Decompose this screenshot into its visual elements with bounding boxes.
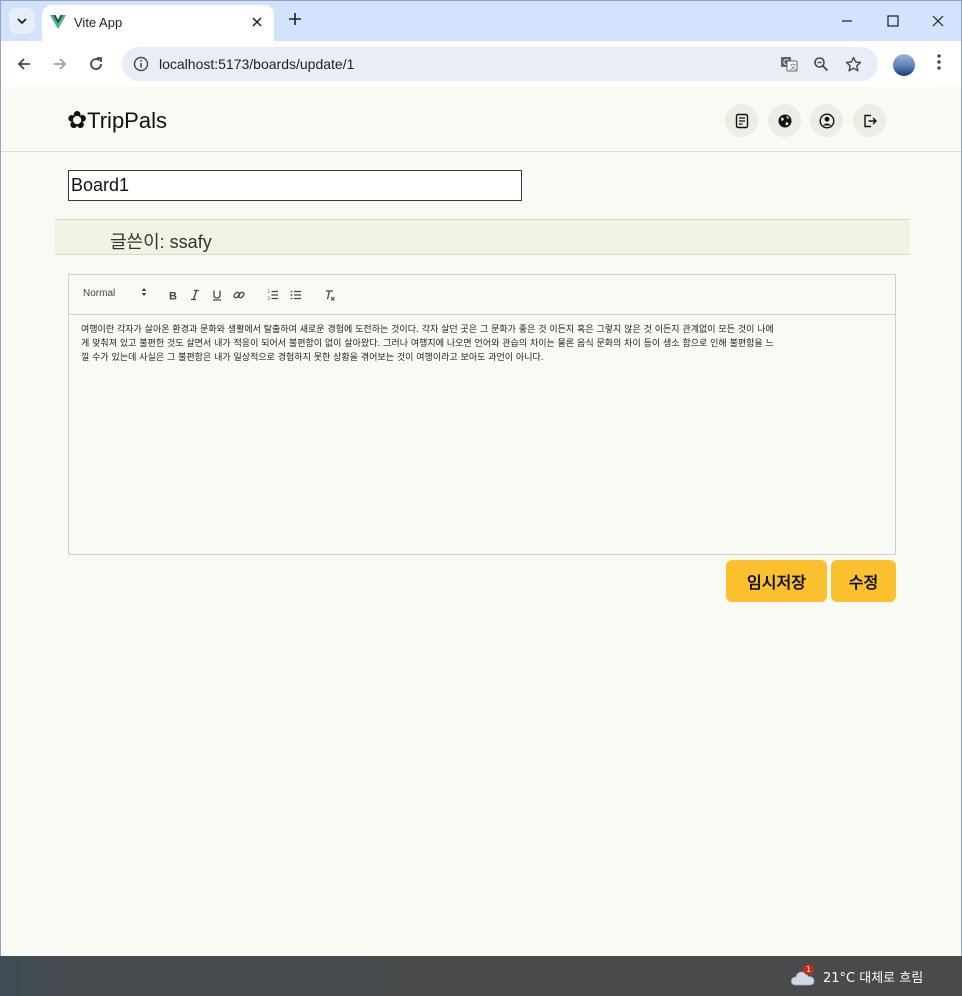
- format-select[interactable]: Normal: [83, 288, 147, 299]
- author-label: 글쓴이: ssafy: [110, 232, 212, 252]
- globe-icon[interactable]: [768, 104, 801, 137]
- brand-name: TripPals: [87, 108, 167, 133]
- clear-format-icon[interactable]: [321, 286, 339, 304]
- format-select-value: Normal: [83, 288, 116, 299]
- vue-logo-icon: [50, 15, 66, 29]
- arrow-right-icon[interactable]: [46, 50, 74, 78]
- svg-text:文: 文: [790, 62, 797, 71]
- translate-icon[interactable]: G文: [778, 53, 800, 75]
- editor-line: 여행이란 각자가 살아온 환경과 문화와 생활에서 탈출하여 새로운 경험에 도…: [81, 325, 774, 335]
- weather-badge: 1: [803, 964, 814, 975]
- browser-window: Vite App localhost:5173/boards/update/1 …: [0, 0, 962, 957]
- brand[interactable]: ✿ TripPals: [67, 108, 167, 134]
- plus-icon[interactable]: [283, 9, 307, 33]
- star-icon[interactable]: [842, 53, 864, 75]
- app-header: ✿ TripPals: [1, 88, 961, 152]
- logout-icon[interactable]: [853, 104, 886, 137]
- italic-icon[interactable]: [186, 286, 204, 304]
- svg-text:1: 1: [268, 289, 271, 294]
- address-bar[interactable]: localhost:5173/boards/update/1 G文: [122, 47, 878, 81]
- svg-text:2: 2: [268, 296, 271, 301]
- svg-text:B: B: [169, 291, 177, 302]
- chevron-down-icon[interactable]: [9, 8, 35, 34]
- zoom-icon[interactable]: [810, 53, 832, 75]
- updown-arrow-icon: [141, 287, 147, 299]
- temp-save-button[interactable]: 임시저장: [726, 560, 827, 602]
- reload-icon[interactable]: [82, 50, 110, 78]
- more-vertical-icon[interactable]: [929, 51, 949, 79]
- bold-icon[interactable]: B: [164, 286, 182, 304]
- tab-strip: Vite App: [1, 1, 961, 41]
- bullet-list-icon[interactable]: [287, 286, 305, 304]
- close-icon[interactable]: [248, 13, 266, 31]
- editor-line: 게 맞춰져 있고 불편한 것도 살면서 내가 적응이 되어서 불편함이 없이 살…: [81, 339, 774, 349]
- user-icon[interactable]: [810, 104, 843, 137]
- browser-toolbar: localhost:5173/boards/update/1 G文: [1, 41, 961, 87]
- title-input[interactable]: [68, 170, 522, 201]
- minimize-icon[interactable]: [825, 7, 869, 35]
- avatar[interactable]: [893, 54, 915, 76]
- editor-line: 낄 수가 있는데 사실은 그 불편함은 내가 일상적으로 경험하지 못한 상황을…: [81, 353, 544, 363]
- browser-tab[interactable]: Vite App: [42, 5, 274, 41]
- arrow-left-icon[interactable]: [10, 50, 38, 78]
- board-icon[interactable]: [725, 104, 758, 137]
- url-text[interactable]: localhost:5173/boards/update/1: [159, 56, 354, 72]
- editor-toolbar: Normal B 12: [69, 275, 895, 315]
- page: ✿ TripPals 글쓴이: ssafy Normal: [1, 88, 961, 957]
- flower-icon: ✿: [67, 107, 88, 134]
- underline-icon[interactable]: [208, 286, 226, 304]
- author-bar: 글쓴이: ssafy: [55, 219, 910, 255]
- ordered-list-icon[interactable]: 12: [264, 286, 282, 304]
- site-info-icon[interactable]: [130, 53, 152, 75]
- editor-content[interactable]: 여행이란 각자가 살아온 환경과 문화와 생활에서 탈출하여 새로운 경험에 도…: [81, 323, 881, 365]
- close-icon[interactable]: [916, 7, 960, 35]
- weather-text[interactable]: 21°C 대체로 흐림: [823, 967, 923, 986]
- rich-text-editor[interactable]: Normal B 12 여행이란 각자가 살아온 환경과 문화와 생활에서 탈출…: [68, 274, 896, 555]
- update-button[interactable]: 수정: [831, 560, 896, 602]
- link-icon[interactable]: [230, 286, 248, 304]
- tab-title: Vite App: [74, 15, 123, 30]
- maximize-icon[interactable]: [871, 7, 915, 35]
- taskbar: [0, 956, 962, 996]
